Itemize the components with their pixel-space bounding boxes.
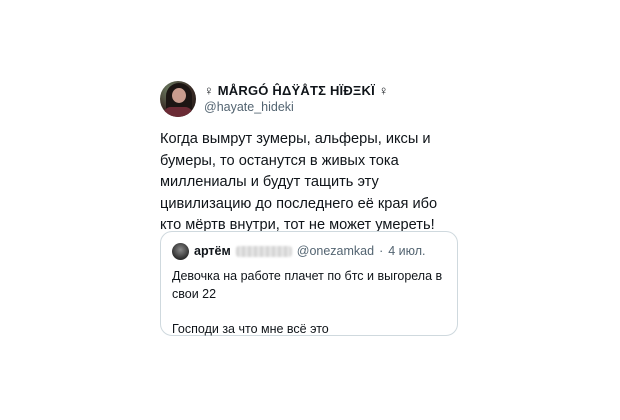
quoted-handle[interactable]: @onezamkad [297, 244, 374, 258]
author-display-name[interactable]: ♀ MÅRGÓ ĤΔŸÅTΣ HÏÐΞKÏ ♀ [204, 83, 389, 99]
avatar-clothing-shape [163, 107, 193, 117]
quoted-display-name[interactable]: артём [194, 244, 231, 258]
author-names: ♀ MÅRGÓ ĤΔŸÅTΣ HÏÐΞKÏ ♀ @hayate_hideki [204, 83, 389, 115]
quoted-tweet-text: Девочка на работе плачет по бтс и выгоре… [172, 269, 443, 336]
separator-dot: · [379, 244, 384, 258]
quoted-tweet-header: артём @onezamkad · 4 июл. [172, 241, 446, 261]
blurred-name-redaction [235, 245, 292, 257]
tweet-header: ♀ MÅRGÓ ĤΔŸÅTΣ HÏÐΞKÏ ♀ @hayate_hideki [160, 78, 460, 120]
tweet-text: Когда вымрут зумеры, альферы, иксы и бум… [160, 131, 442, 233]
user-avatar[interactable] [160, 81, 196, 117]
quoted-tweet-card[interactable]: артём @onezamkad · 4 июл. Девочка на раб… [160, 231, 458, 336]
tweet-card: ♀ MÅRGÓ ĤΔŸÅTΣ HÏÐΞKÏ ♀ @hayate_hideki К… [160, 78, 460, 237]
avatar-face-shape [172, 88, 186, 103]
quoted-tweet-date[interactable]: 4 июл. [388, 244, 425, 258]
quoted-user-avatar[interactable] [172, 242, 189, 260]
author-handle[interactable]: @hayate_hideki [204, 99, 389, 115]
